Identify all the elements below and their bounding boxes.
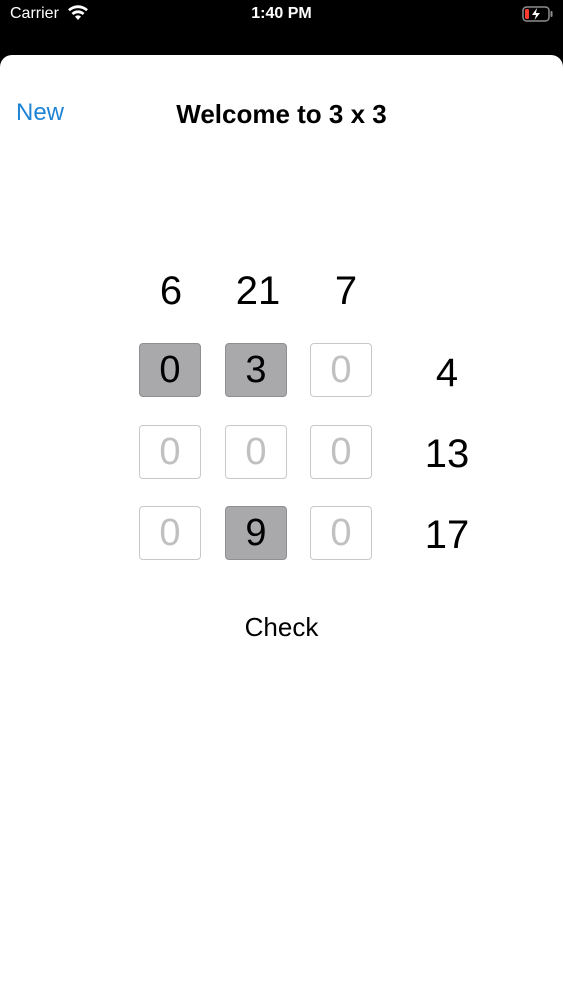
grid-cell-r1c2[interactable]: 3 — [225, 343, 287, 397]
grid-cell-r2c3[interactable]: 0 — [310, 425, 372, 479]
grid-cell-r1c3[interactable]: 0 — [310, 343, 372, 397]
column-sum-2: 21 — [235, 269, 281, 313]
check-button[interactable]: Check — [0, 612, 563, 643]
status-time: 1:40 PM — [251, 5, 312, 22]
battery-charging-icon — [522, 6, 554, 22]
app-screen: Carrier 1:40 PM New Welcome to 3 x 3 6 2… — [0, 0, 563, 1000]
column-sum-1: 6 — [159, 269, 183, 313]
grid-cell-r2c2[interactable]: 0 — [225, 425, 287, 479]
row-sum-3: 17 — [424, 513, 470, 557]
status-bar: Carrier 1:40 PM — [0, 0, 563, 30]
grid-cell-r2c1[interactable]: 0 — [139, 425, 201, 479]
page-title: Welcome to 3 x 3 — [176, 99, 387, 129]
grid-cell-r3c1[interactable]: 0 — [139, 506, 201, 560]
grid-cell-r3c2[interactable]: 9 — [225, 506, 287, 560]
grid-cell-r1c1[interactable]: 0 — [139, 343, 201, 397]
row-sum-1: 4 — [435, 351, 459, 395]
grid-cell-r3c3[interactable]: 0 — [310, 506, 372, 560]
row-sum-2: 13 — [424, 432, 470, 476]
modal-sheet: New Welcome to 3 x 3 6 21 7 0 3 0 4 0 0 … — [0, 55, 563, 1000]
column-sum-3: 7 — [334, 269, 358, 313]
